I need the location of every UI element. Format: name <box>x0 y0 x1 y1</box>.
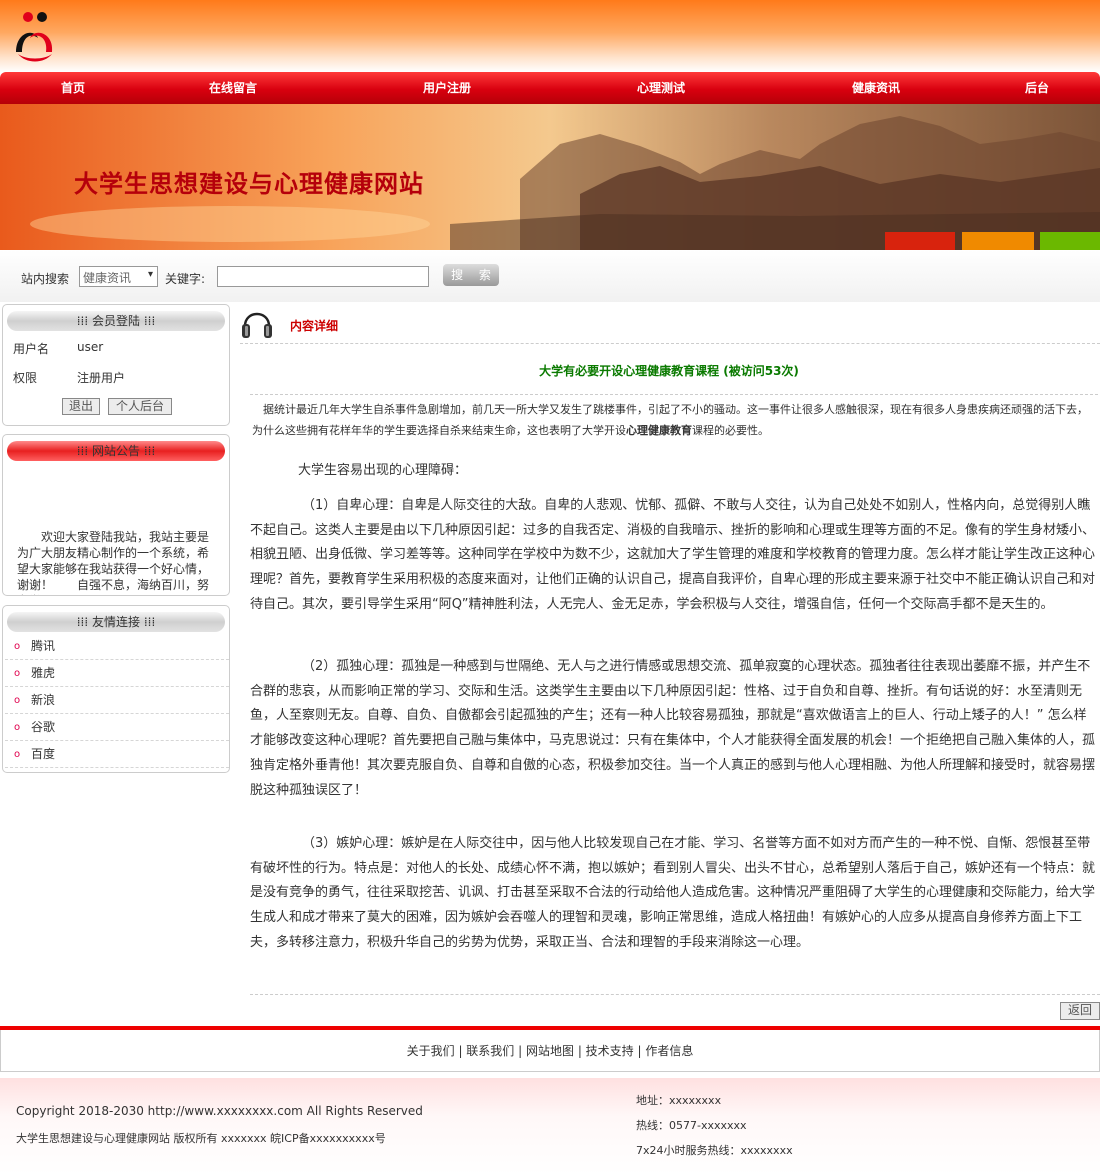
divider <box>250 394 1098 395</box>
article-intro: 据统计最近几年大学生自杀事件急剧增加，前几天一所大学又发生了跳楼事件，引起了不小… <box>252 399 1098 441</box>
intro-text-end: 课程的必要性。 <box>692 424 769 437</box>
footer-hotline: 热线：0577-xxxxxxx <box>636 1119 747 1132</box>
top-header <box>0 0 1100 72</box>
search-bar: 站内搜索 健康资讯 ▾ 关键字: 搜 索 <box>0 250 1100 302</box>
footer-link-sitemap[interactable]: 网站地图 <box>526 1044 574 1058</box>
link-item[interactable]: o 百度 <box>5 741 229 768</box>
article-subhead: 大学生容易出现的心理障碍： <box>298 463 468 478</box>
search-label: 站内搜索 <box>21 272 70 286</box>
copyright: Copyright 2018-2030 http://www.xxxxxxxx.… <box>16 1104 423 1118</box>
link-label: 新浪 <box>31 693 56 707</box>
nav-test[interactable]: 心理测试 <box>637 72 685 104</box>
link-label: 百度 <box>31 747 56 761</box>
footer-info: Copyright 2018-2030 http://www.xxxxxxxx.… <box>0 1078 1100 1175</box>
role-value: 注册用户 <box>77 371 126 385</box>
link-item[interactable]: o 新浪 <box>5 687 229 714</box>
bullet-icon: o <box>14 668 21 679</box>
banner-title: 大学生思想建设与心理健康网站 <box>74 169 424 198</box>
article-paragraph-3: （3）嫉妒心理：嫉妒是在人际交往中，因与他人比较发现自己在才能、学习、名誉等方面… <box>250 836 1096 950</box>
friend-links-panel: ⁞⁞⁞ 友情连接 ⁞⁞⁞ o 腾讯 o 雅虎 o 新浪 o 谷歌 o 百度 <box>2 605 230 773</box>
keyword-label: 关键字: <box>165 272 206 286</box>
footer-links: 关于我们 | 联系我们 | 网站地图 | 技术支持 | 作者信息 <box>0 1030 1100 1072</box>
bullet-icon: o <box>14 641 21 652</box>
link-label: 雅虎 <box>31 666 56 680</box>
link-item[interactable]: o 雅虎 <box>5 660 229 687</box>
keyword-input[interactable] <box>217 266 429 287</box>
back-button[interactable]: 返回 <box>1060 1002 1100 1020</box>
divider <box>240 343 1100 344</box>
announcement-text: 欢迎大家登陆我站，我站主要是为广大朋友精心制作的一个系统，希望大家能够在我站获得… <box>17 530 210 595</box>
nav-health[interactable]: 健康资讯 <box>852 72 900 104</box>
banner: 大学生思想建设与心理健康网站 <box>0 104 1100 250</box>
footer-link-author[interactable]: 作者信息 <box>645 1044 693 1058</box>
bullet-icon: o <box>14 722 21 733</box>
nav-message[interactable]: 在线留言 <box>209 72 257 104</box>
username-value: user <box>77 340 104 354</box>
intro-keyword: 心理健康教育 <box>626 424 692 437</box>
member-login-panel: ⁞⁞⁞ 会员登陆 ⁞⁞⁞ 用户名 user 权限 注册用户 退出 个人后台 <box>2 304 230 426</box>
link-item[interactable]: o 腾讯 <box>5 633 229 660</box>
friend-links-header: ⁞⁞⁞ 友情连接 ⁞⁞⁞ <box>7 612 225 632</box>
bullet-icon: o <box>14 695 21 706</box>
member-login-header: ⁞⁞⁞ 会员登陆 ⁞⁞⁞ <box>7 311 225 331</box>
nav-home[interactable]: 首页 <box>61 72 85 104</box>
link-label: 腾讯 <box>31 639 56 653</box>
footer-link-about[interactable]: 关于我们 <box>407 1044 455 1058</box>
divider <box>250 994 1100 995</box>
footer-address: 地址：xxxxxxxx <box>636 1094 722 1107</box>
search-category-value: 健康资讯 <box>83 271 132 285</box>
footer-link-contact[interactable]: 联系我们 <box>466 1044 514 1058</box>
search-category-select[interactable]: 健康资讯 ▾ <box>79 266 158 287</box>
content-header: 内容详细 <box>290 319 339 333</box>
nav-admin[interactable]: 后台 <box>1025 72 1049 104</box>
nav-register[interactable]: 用户注册 <box>423 72 471 104</box>
link-label: 谷歌 <box>31 720 56 734</box>
announcement-title: 网站公告 <box>91 444 140 458</box>
main-nav: 首页 在线留言 用户注册 心理测试 健康资讯 后台 <box>0 72 1100 104</box>
site-logo <box>16 12 53 62</box>
link-item[interactable]: o 谷歌 <box>5 714 229 741</box>
role-label: 权限 <box>13 371 38 385</box>
headphones-icon <box>242 312 272 338</box>
chevron-down-icon: ▾ <box>147 269 153 280</box>
article-title: 大学有必要开设心理健康教育课程 (被访问53次) <box>539 364 799 378</box>
announcement-header: ⁞⁞⁞ 网站公告 ⁞⁞⁞ <box>7 441 225 461</box>
footer-service: 7x24小时服务热线：xxxxxxxx <box>636 1144 793 1157</box>
search-button[interactable]: 搜 索 <box>443 264 499 286</box>
friend-links-title: 友情连接 <box>91 615 140 629</box>
icp-record: 大学生思想建设与心理健康网站 版权所有 xxxxxxx 皖ICP备xxxxxxx… <box>16 1132 386 1145</box>
personal-center-button[interactable]: 个人后台 <box>108 398 172 415</box>
article-paragraph-1: （1）自卑心理：自卑是人际交往的大敌。自卑的人悲观、忧郁、孤僻、不敢与人交往，认… <box>250 498 1096 612</box>
username-label: 用户名 <box>13 342 50 356</box>
article-paragraph-2: （2）孤独心理：孤独是一种感到与世隔绝、无人与之进行情感或思想交流、孤单寂寞的心… <box>250 659 1096 798</box>
announcement-panel: ⁞⁞⁞ 网站公告 ⁞⁞⁞ 欢迎大家登陆我站，我站主要是为广大朋友精心制作的一个系… <box>2 434 230 596</box>
logout-button[interactable]: 退出 <box>62 398 100 415</box>
footer-link-support[interactable]: 技术支持 <box>586 1044 634 1058</box>
bullet-icon: o <box>14 749 21 760</box>
member-login-title: 会员登陆 <box>91 314 140 328</box>
